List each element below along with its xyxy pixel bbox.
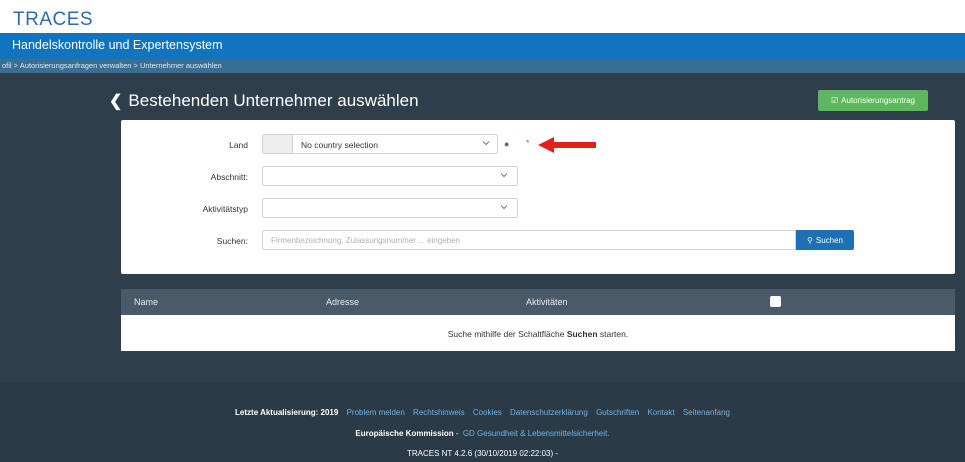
commission-text: Europäische Kommission [355,429,454,438]
search-form-card: Land No country selection ● * Abschnitt:… [121,120,955,274]
app-header-bar: Handelskontrolle und Expertensystem [0,33,965,59]
aktivitaet-label: Aktivitätstyp [202,204,248,214]
land-label: Land [229,140,248,150]
footer-link-dg[interactable]: GD Gesundheit & Lebensmittelsicherheit. [463,429,610,438]
app-title: Handelskontrolle und Expertensystem [12,38,223,52]
chevron-down-icon [500,173,508,178]
footer-link-top[interactable]: Seitenanfang [683,408,730,417]
search-button-label: Suchen [815,235,843,245]
last-update-text: Letzte Aktualisierung: 2019 [235,408,339,417]
check-square-icon: ☑ [831,96,839,105]
search-label: Suchen: [216,236,248,246]
country-select-value: No country selection [301,140,379,150]
country-flag-addon [263,135,293,153]
footer-link-legal[interactable]: Rechtshinweis [413,408,465,417]
traces-logo: TRACES [13,9,94,30]
authorization-request-button[interactable]: ☑ Autorisierungsantrag [818,90,928,111]
footer-link-privacy[interactable]: Datenschutzerklärung [510,408,588,417]
search-button[interactable]: ⚲ Suchen [796,230,854,250]
footer-link-credits[interactable]: Gutschriften [596,408,639,417]
chevron-down-icon [500,205,508,210]
footer-commission-line: Europäische Kommission - GD Gesundheit &… [0,429,965,438]
results-table-header: Name Adresse Aktivitäten [121,289,955,315]
aktivitaet-select[interactable] [262,198,518,218]
column-name[interactable]: Name [134,297,158,307]
red-arrow-annotation [538,137,596,153]
footer-link-cookies[interactable]: Cookies [473,408,502,417]
footer-separator: - [455,429,459,438]
footer-link-contact[interactable]: Kontakt [647,408,674,417]
select-all-checkbox[interactable] [770,296,781,307]
chevron-left-icon[interactable]: ❮ [109,91,122,111]
version-text: TRACES NT 4.2.6 (30/10/2019 02:22:03) - [406,449,559,458]
column-address[interactable]: Adresse [326,297,359,307]
authorization-request-label: Autorisierungsantrag [841,96,915,105]
search-placeholder: Firmenbezeichnung, Zulassungsnummer ... … [271,236,460,245]
empty-results-message: Suche mithilfe der Schaltfläche Suchen s… [121,329,955,339]
breadcrumb[interactable]: ofil > Autorisierungsanfragen verwalten … [2,61,222,70]
page-heading: ❮ Bestehenden Unternehmer auswählen [109,91,419,111]
page-footer: Letzte Aktualisierung: 2019 Problem meld… [0,383,965,462]
abschnitt-select[interactable] [262,166,518,186]
search-input[interactable]: Firmenbezeichnung, Zulassungsnummer ... … [262,230,796,250]
column-activities[interactable]: Aktivitäten [526,297,568,307]
footer-links-line: Letzte Aktualisierung: 2019 Problem meld… [0,408,965,417]
footer-link-problem[interactable]: Problem melden [347,408,405,417]
page-title: Bestehenden Unternehmer auswählen [128,91,419,110]
search-icon: ⚲ [807,235,813,245]
abschnitt-label: Abschnitt: [210,172,248,182]
required-marker: * [526,138,530,148]
empty-message-bold: Suchen [566,329,598,339]
empty-message-suffix: starten. [599,329,629,339]
empty-message-prefix: Suche mithilfe der Schaltfläche [447,329,565,339]
main-content: ❮ Bestehenden Unternehmer auswählen ☑ Au… [0,73,965,383]
results-table-body: Suche mithilfe der Schaltfläche Suchen s… [121,315,955,351]
globe-icon[interactable]: ● [504,139,509,149]
chevron-down-icon [482,141,490,146]
footer-version-line: TRACES NT 4.2.6 (30/10/2019 02:22:03) - [0,449,965,458]
breadcrumb-bar: ofil > Autorisierungsanfragen verwalten … [0,59,965,73]
country-select[interactable]: No country selection [262,134,498,154]
